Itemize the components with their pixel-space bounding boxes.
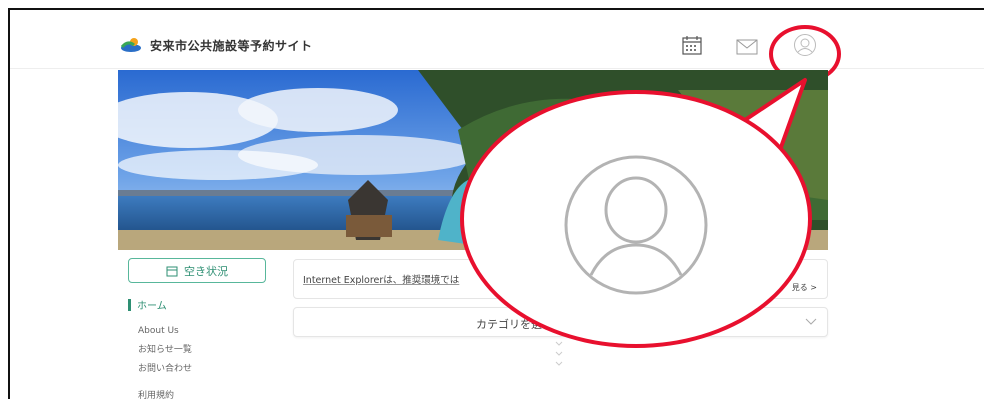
notice-text[interactable]: Internet Explorerは、推奨環境では (303, 272, 459, 286)
calendar-small-icon (166, 266, 178, 276)
nav-item-about[interactable]: About Us (138, 326, 288, 336)
site-logo-icon[interactable] (120, 36, 142, 54)
calendar-icon[interactable] (681, 34, 703, 56)
availability-button[interactable]: 空き状況 (128, 258, 266, 283)
nav-item-contact[interactable]: お問い合わせ (138, 361, 288, 374)
user-icon-enlarged (564, 155, 708, 295)
site-title[interactable]: 安来市公共施設等予約サイト (150, 37, 313, 54)
nav-item-home-label: ホーム (137, 301, 167, 312)
nav-item-terms[interactable]: 利用規約 (138, 388, 288, 399)
sidebar: 空き状況 ホーム About Us お知らせ一覧 お問い合わせ 利用規約 (128, 258, 288, 399)
active-indicator (128, 298, 131, 311)
availability-button-label: 空き状況 (184, 264, 228, 278)
nav-item-home[interactable]: ホーム (128, 297, 288, 312)
nav-item-news[interactable]: お知らせ一覧 (138, 342, 288, 355)
browser-frame: 安来市公共施設等予約サイト 空き状況 ホーム About Us お知らせ一覧 お… (8, 8, 984, 399)
mail-icon[interactable] (736, 36, 758, 58)
zoom-magnifier-circle (460, 90, 812, 348)
